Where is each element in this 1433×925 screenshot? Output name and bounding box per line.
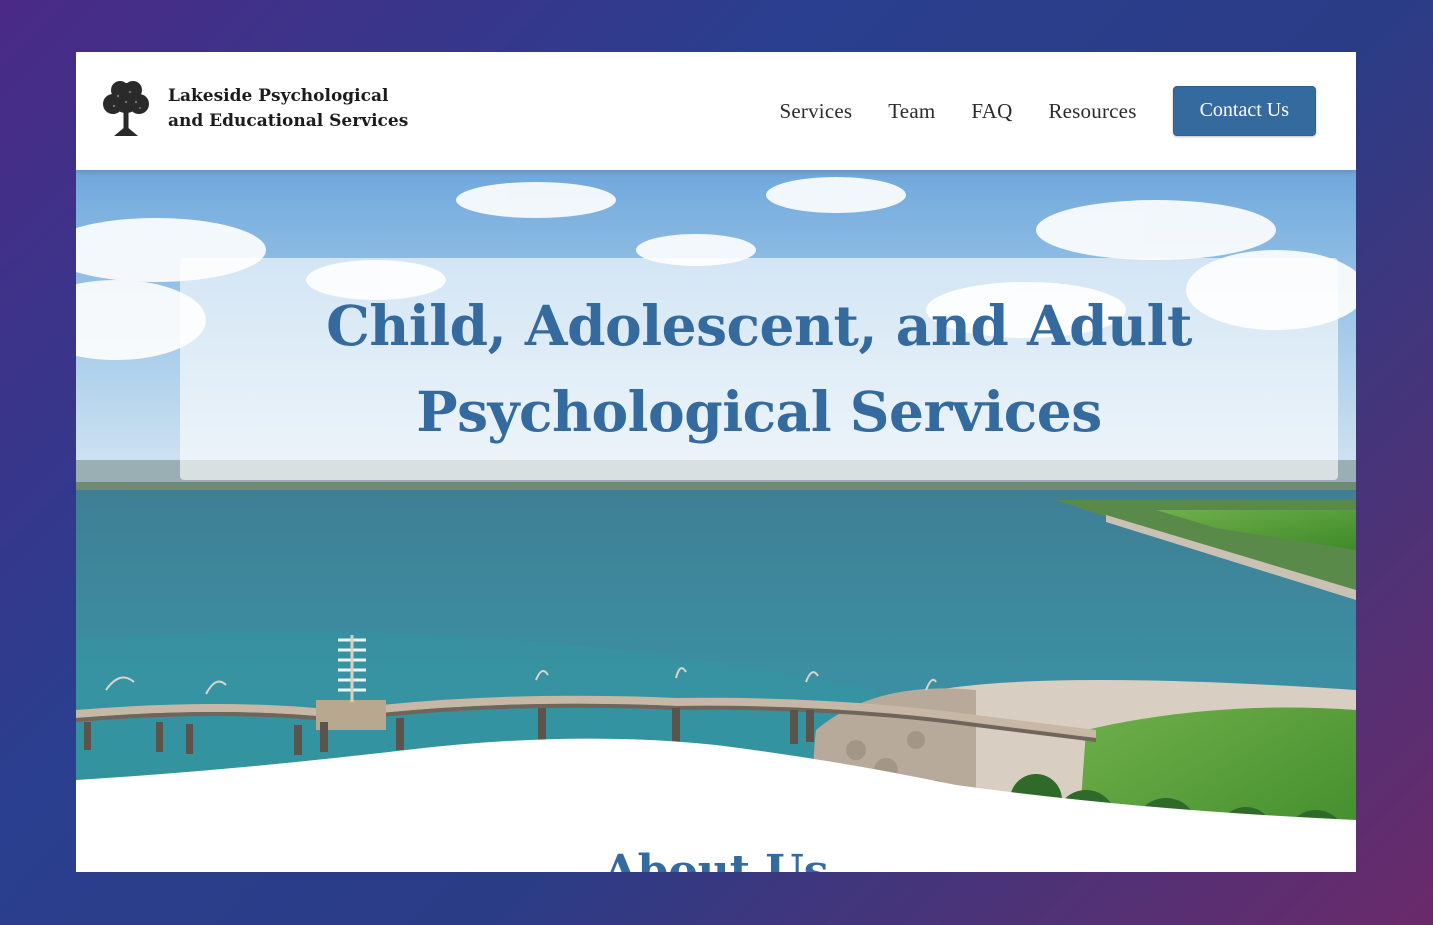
hero-section: Child, Adolescent, and Adult Psychologic…: [76, 170, 1356, 872]
contact-us-button[interactable]: Contact Us: [1172, 86, 1316, 136]
about-heading: About Us: [603, 846, 829, 872]
site-header: Lakeside Psychological and Educational S…: [76, 52, 1356, 170]
tree-icon: [103, 81, 149, 136]
nav-item-team[interactable]: Team: [888, 99, 935, 124]
browser-page: Lakeside Psychological and Educational S…: [76, 52, 1356, 872]
nav-item-services[interactable]: Services: [780, 99, 853, 124]
hero-headline-line2: Psychological Services: [416, 379, 1102, 444]
site-logo[interactable]: Lakeside Psychological and Educational S…: [100, 80, 408, 138]
main-nav: Services Team FAQ Resources Contact Us: [780, 86, 1316, 136]
hero-headline-line1: Child, Adolescent, and Adult: [326, 293, 1192, 358]
hero-headline-box: Child, Adolescent, and Adult Psychologic…: [180, 258, 1338, 480]
hero-headline: Child, Adolescent, and Adult Psychologic…: [326, 283, 1192, 455]
brand-name-line1: Lakeside Psychological: [168, 86, 389, 106]
brand-name-line2: and Educational Services: [168, 111, 409, 131]
brand-name: Lakeside Psychological and Educational S…: [168, 84, 408, 134]
nav-item-resources[interactable]: Resources: [1048, 99, 1136, 124]
nav-item-faq[interactable]: FAQ: [971, 99, 1012, 124]
